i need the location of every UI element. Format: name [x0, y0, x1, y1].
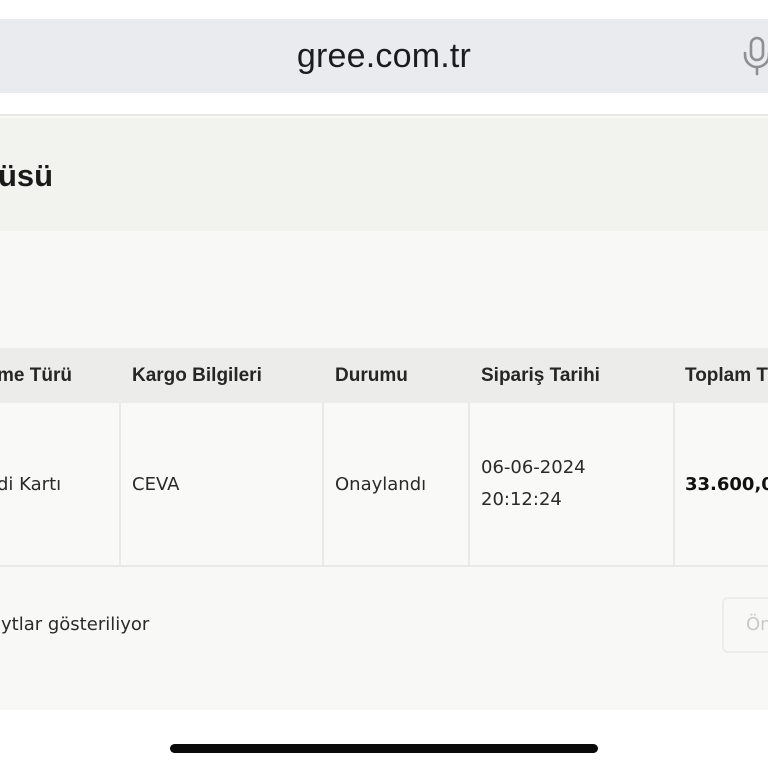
url-text[interactable]: gree.com.tr	[0, 19, 768, 93]
cell-total: 33.600,0	[685, 474, 768, 495]
column-divider	[322, 403, 324, 567]
pagination-info: ıytlar gösteriliyor	[0, 614, 150, 635]
header-order-date[interactable]: Sipariş Tarihi	[481, 348, 600, 403]
header-payment-type[interactable]: me Türü	[0, 348, 72, 403]
cell-date: 06-06-2024	[481, 457, 586, 478]
microphone-icon[interactable]	[740, 36, 768, 76]
page-title: üsü	[0, 158, 54, 193]
column-divider	[119, 403, 121, 567]
column-divider	[468, 403, 470, 567]
column-divider	[673, 403, 675, 567]
cell-cargo: CEVA	[132, 474, 180, 495]
cell-payment: di Kartı	[0, 474, 62, 495]
header-status[interactable]: Durumu	[335, 348, 408, 403]
header-cargo-info[interactable]: Kargo Bilgileri	[132, 348, 262, 403]
previous-page-label: Ön	[746, 614, 768, 635]
title-band: üsü	[0, 118, 768, 231]
cell-time: 20:12:24	[481, 489, 562, 510]
previous-page-button[interactable]: Ön	[722, 597, 768, 653]
header-total[interactable]: Toplam T	[685, 348, 768, 403]
cell-status: Onaylandı	[335, 474, 427, 495]
home-indicator[interactable]	[170, 744, 598, 753]
